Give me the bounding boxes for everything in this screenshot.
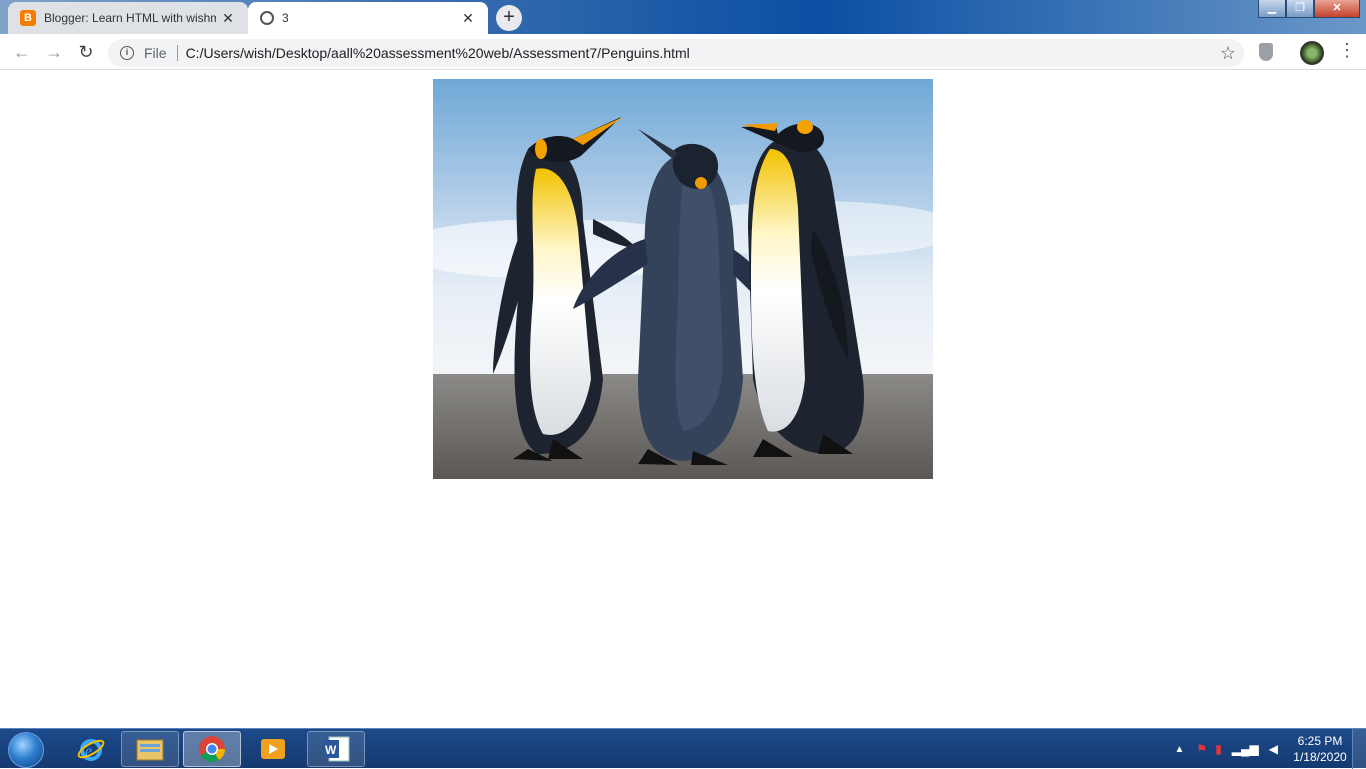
- clock[interactable]: 6:25 PM 1/18/2020: [1290, 733, 1350, 765]
- tab-blogger[interactable]: B Blogger: Learn HTML with wishm ✕: [8, 2, 248, 34]
- microsoft-word-icon[interactable]: W: [307, 731, 365, 767]
- action-center-flag-icon[interactable]: ⚑: [1196, 742, 1207, 756]
- profile-avatar[interactable]: [1300, 41, 1324, 65]
- reload-icon[interactable]: ↻: [74, 40, 98, 64]
- window-controls: ▁ ❐ ✕: [1258, 0, 1360, 18]
- globe-icon: [260, 11, 274, 25]
- address-bar[interactable]: i File C:/Users/wish/Desktop/aall%20asse…: [108, 39, 1244, 67]
- show-desktop-button[interactable]: [1352, 729, 1366, 769]
- url-text[interactable]: C:/Users/wish/Desktop/aall%20assessment%…: [186, 45, 690, 61]
- new-tab-button[interactable]: +: [496, 5, 522, 31]
- maximize-button[interactable]: ❐: [1286, 0, 1314, 18]
- google-chrome-icon[interactable]: [183, 731, 241, 767]
- close-window-button[interactable]: ✕: [1314, 0, 1360, 18]
- blogger-icon: B: [20, 10, 36, 26]
- start-button[interactable]: [8, 732, 44, 768]
- tab-label: 3: [282, 11, 289, 25]
- media-player-icon[interactable]: [244, 731, 302, 767]
- network-signal-icon[interactable]: ▂▄▆: [1232, 742, 1259, 756]
- tab-current[interactable]: 3 ✕: [248, 2, 488, 34]
- show-hidden-icons-arrow-icon[interactable]: ▲: [1175, 744, 1185, 755]
- clock-time: 6:25 PM: [1297, 734, 1343, 748]
- menu-kebab-icon[interactable]: ⋮: [1338, 40, 1356, 61]
- close-tab-icon[interactable]: ✕: [456, 10, 480, 27]
- power-icon[interactable]: ▮: [1215, 742, 1222, 756]
- windows-explorer-icon[interactable]: [121, 731, 179, 767]
- close-tab-icon[interactable]: ✕: [216, 10, 240, 27]
- scheme-label: File: [144, 45, 178, 61]
- tab-label: Blogger: Learn HTML with wishm: [44, 11, 216, 25]
- minimize-button[interactable]: ▁: [1258, 0, 1286, 18]
- info-icon[interactable]: i: [120, 46, 134, 60]
- windows-taskbar: e W ▲ ⚑ ▮ ▂▄▆ ◀ 6:25 PM 1/18/2020: [0, 728, 1366, 769]
- forward-arrow-icon[interactable]: →: [42, 40, 66, 64]
- browser-title-bar: B Blogger: Learn HTML with wishm ✕ 3 ✕ +…: [0, 0, 1366, 34]
- browser-toolbar: ← → ↻ i File C:/Users/wish/Desktop/aall%…: [0, 34, 1366, 70]
- internet-explorer-icon[interactable]: e: [62, 731, 120, 767]
- page-content: [0, 70, 1366, 728]
- svg-text:W: W: [325, 743, 337, 757]
- penguins-image: [433, 79, 933, 479]
- extension-shield-icon[interactable]: [1259, 43, 1273, 61]
- system-tray: ▲ ⚑ ▮ ▂▄▆ ◀ 6:25 PM 1/18/2020: [1175, 729, 1350, 769]
- clock-date: 1/18/2020: [1293, 750, 1347, 764]
- volume-icon[interactable]: ◀: [1269, 742, 1278, 756]
- bookmark-star-icon[interactable]: ☆: [1220, 43, 1236, 64]
- back-arrow-icon[interactable]: ←: [10, 40, 34, 64]
